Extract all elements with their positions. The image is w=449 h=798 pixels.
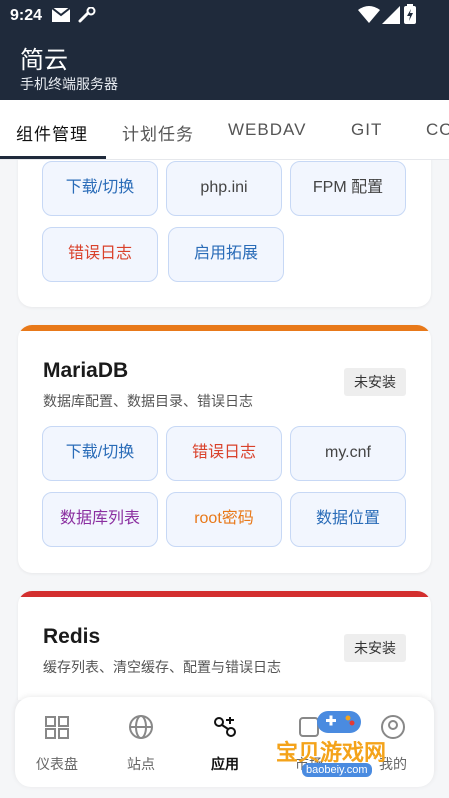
app-header: 简云 手机终端服务器 — [0, 30, 449, 100]
mariadb-data-location-button[interactable]: 数据位置 — [290, 492, 406, 547]
php-card: 下载/切换 php.ini FPM 配置 错误日志 启用拓展 — [18, 160, 431, 307]
php-extensions-button[interactable]: 启用拓展 — [168, 227, 284, 282]
mariadb-status-badge: 未安装 — [344, 368, 406, 396]
mariadb-card: MariaDB 数据库配置、数据目录、错误日志 未安装 下载/切换 错误日志 m… — [18, 325, 431, 573]
tab-webdav[interactable]: WEBDAV — [228, 120, 306, 140]
nav-dashboard[interactable]: 仪表盘 — [15, 697, 99, 787]
redis-card: Redis 缓存列表、清空缓存、配置与错误日志 未安装 — [18, 591, 431, 700]
php-fpm-config-button[interactable]: FPM 配置 — [290, 161, 406, 216]
app-title: 简云 — [20, 47, 68, 74]
redis-accent-bar — [18, 591, 431, 597]
mail-icon — [52, 8, 70, 22]
php-ini-button[interactable]: php.ini — [166, 161, 282, 216]
php-download-button[interactable]: 下载/切换 — [42, 161, 158, 216]
redis-title: Redis — [43, 625, 101, 648]
gamepad-icon — [317, 711, 361, 733]
tab-cron[interactable]: 计划任务 — [122, 120, 194, 145]
tab-git[interactable]: GIT — [351, 120, 382, 140]
tab-co[interactable]: CO — [426, 120, 449, 140]
tab-bar: 组件管理 计划任务 WEBDAV GIT CO — [0, 100, 449, 160]
signal-icon — [382, 6, 400, 24]
wifi-icon — [358, 6, 380, 23]
nav-sites-label: 站点 — [127, 756, 155, 772]
watermark-url: baobeiy.com — [302, 763, 372, 777]
mariadb-title: MariaDB — [43, 359, 129, 382]
nav-dashboard-label: 仪表盘 — [36, 756, 78, 772]
status-bar: 9:24 — [0, 0, 449, 30]
mariadb-download-button[interactable]: 下载/切换 — [42, 426, 158, 481]
redis-desc: 缓存列表、清空缓存、配置与错误日志 — [43, 659, 281, 675]
globe-icon — [129, 715, 153, 739]
mariadb-db-list-button[interactable]: 数据库列表 — [42, 492, 158, 547]
nav-apps[interactable]: 应用 — [183, 697, 267, 787]
mariadb-mycnf-button[interactable]: my.cnf — [290, 426, 406, 481]
mariadb-desc: 数据库配置、数据目录、错误日志 — [43, 393, 253, 409]
status-time: 9:24 — [10, 7, 43, 24]
nav-apps-label: 应用 — [211, 756, 239, 772]
dashboard-icon — [45, 716, 69, 739]
mariadb-accent-bar — [18, 325, 431, 331]
apps-icon — [214, 717, 236, 737]
app-subtitle: 手机终端服务器 — [20, 76, 118, 92]
tab-indicator — [0, 156, 106, 159]
battery-charging-icon — [404, 4, 416, 24]
mariadb-error-log-button[interactable]: 错误日志 — [166, 426, 282, 481]
redis-status-badge: 未安装 — [344, 634, 406, 662]
wrench-icon — [78, 7, 96, 23]
php-error-log-button[interactable]: 错误日志 — [42, 227, 158, 282]
watermark: 宝贝游戏网 baobeiy.com — [272, 705, 422, 785]
tab-components[interactable]: 组件管理 — [16, 120, 88, 145]
mariadb-root-password-button[interactable]: root密码 — [166, 492, 282, 547]
nav-sites[interactable]: 站点 — [99, 697, 183, 787]
component-list[interactable]: 下载/切换 php.ini FPM 配置 错误日志 启用拓展 MariaDB 数… — [0, 160, 449, 700]
